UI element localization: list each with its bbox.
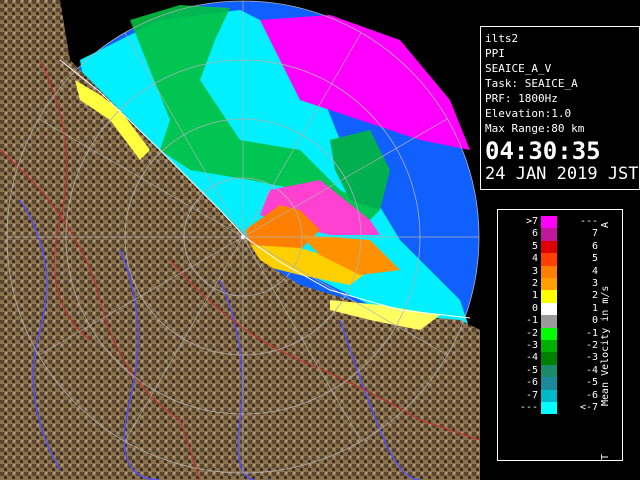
- legend-row-min: -7: [525, 389, 538, 401]
- legend-row-min: -3: [525, 340, 538, 351]
- legend-row-min: -4: [525, 352, 538, 364]
- legend-color-swatch: [541, 216, 557, 229]
- legend-row-min: 3: [531, 265, 538, 277]
- legend-row-min: 6: [531, 228, 538, 240]
- legend-color-swatch: [541, 364, 557, 378]
- task-name: SEAICE_A_V: [485, 62, 552, 75]
- legend-row-max: ---: [579, 216, 598, 227]
- station-name: ilts2: [485, 32, 519, 45]
- legend-color-swatch: [541, 389, 557, 402]
- info-panel: ilts2 PPI SEAICE_A_V Task: SEAICE_A PRF:…: [480, 26, 640, 190]
- radar-map: [0, 0, 480, 480]
- legend-color-swatch: [541, 265, 557, 278]
- legend-color-swatch: [541, 228, 557, 241]
- legend-bottom-marker: T: [600, 453, 611, 460]
- legend-row-min: -2: [525, 327, 538, 339]
- legend-color-swatch: [541, 302, 557, 316]
- legend-top-marker: A: [600, 221, 611, 228]
- legend-row-max: 0: [591, 315, 598, 327]
- legend-color-swatch: [541, 315, 557, 328]
- legend-row-min: 2: [531, 278, 538, 289]
- legend-color-swatch: [541, 278, 557, 291]
- legend-row-max: -5: [585, 377, 598, 389]
- legend-row-max: 1: [591, 302, 598, 314]
- legend-color-swatch: [541, 240, 557, 254]
- legend-color-swatch: [541, 327, 557, 340]
- legend-row-max: -6: [585, 389, 598, 401]
- scan-time: 04:30:35: [485, 137, 601, 165]
- legend-color-swatch: [541, 402, 557, 415]
- max-range-label: Max Range:80 km: [485, 122, 585, 135]
- legend-row-min: 0: [531, 302, 538, 314]
- legend-row-max: 6: [591, 240, 598, 252]
- legend-row-max: -1: [585, 327, 598, 339]
- task-label: Task: SEAICE_A: [485, 77, 578, 90]
- legend-row-max: -3: [585, 352, 598, 364]
- legend-color-swatch: [541, 377, 557, 390]
- legend-color-swatch: [541, 352, 557, 365]
- legend-row-max: <-7: [579, 402, 598, 413]
- legend-row-min: 5: [531, 240, 538, 252]
- legend-row-max: 7: [591, 228, 598, 240]
- scan-date: 24 JAN 2019 JST: [485, 164, 639, 184]
- legend-row-max: -4: [585, 364, 598, 376]
- legend-color-swatch: [541, 253, 557, 266]
- legend-row-min: -6: [525, 377, 538, 389]
- legend-row-max: -2: [585, 340, 598, 351]
- legend-row-min: 4: [531, 253, 538, 265]
- legend-row-min: ---: [519, 402, 538, 413]
- velocity-legend: >7 --- 6 7 5 6 4 5 3 4 2 3 1 2 0 1 -1 0 -2 -1 -3 -2 -4 -3 -5 -4 -6…: [497, 209, 623, 461]
- prf-label: PRF: 1800Hz: [485, 92, 558, 105]
- legend-row-max: 3: [591, 278, 598, 289]
- legend-color-swatch: [541, 340, 557, 353]
- product-type: PPI: [485, 47, 505, 60]
- legend-row-min: -1: [525, 315, 538, 327]
- legend-row-min: 1: [531, 290, 538, 302]
- legend-row-max: 5: [591, 253, 598, 265]
- legend-row-max: 4: [591, 265, 598, 277]
- radar-site-marker: [241, 235, 245, 239]
- elevation-label: Elevation:1.0: [485, 107, 572, 120]
- legend-row-max: 2: [591, 290, 598, 302]
- legend-title: Mean Velocity in m/s: [600, 285, 611, 406]
- legend-row-min: -5: [525, 364, 538, 376]
- legend-row-min: >7: [525, 216, 538, 227]
- legend-title-area: A Mean Velocity in m/s T: [598, 216, 618, 460]
- legend-color-swatch: [541, 290, 557, 303]
